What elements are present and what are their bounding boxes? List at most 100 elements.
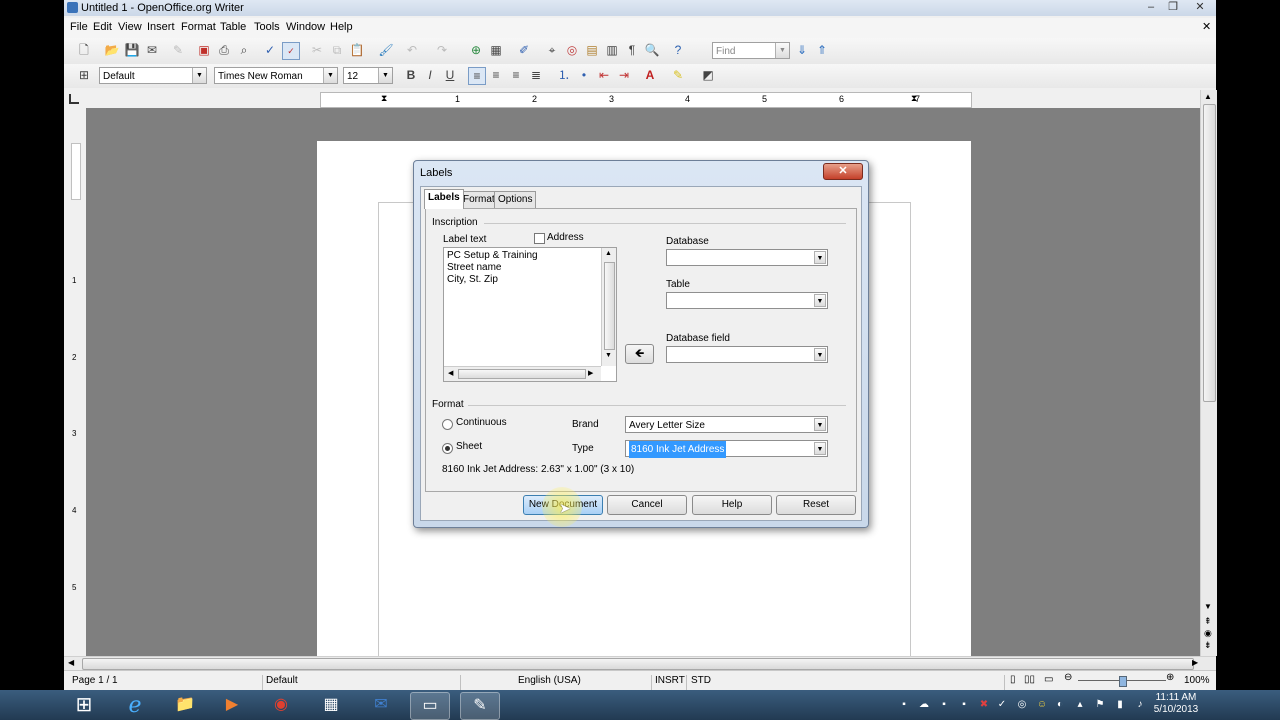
chevron-down-icon[interactable]: ▼ bbox=[378, 68, 392, 83]
copy-icon[interactable]: ⧉ bbox=[329, 42, 345, 58]
find-replace-icon[interactable]: ⌖ bbox=[544, 42, 560, 58]
autospellcheck-icon[interactable]: ✓ bbox=[282, 42, 300, 60]
selection-mode[interactable]: STD bbox=[691, 675, 711, 686]
find-previous-icon[interactable]: ⇑ bbox=[814, 42, 830, 58]
file-explorer-icon[interactable]: 📁 bbox=[166, 692, 204, 718]
scroll-thumb[interactable] bbox=[82, 658, 1194, 670]
print-preview-icon[interactable]: ⌕ bbox=[236, 42, 252, 58]
new-document-icon[interactable]: 🗋 bbox=[76, 42, 92, 58]
tray-icon[interactable]: ▴ bbox=[1074, 699, 1086, 711]
media-player-icon[interactable]: ▶ bbox=[213, 692, 251, 718]
address-checkbox[interactable] bbox=[534, 233, 545, 244]
highlighting-icon[interactable]: ✎ bbox=[670, 67, 686, 83]
navigation-icon[interactable]: ◉ bbox=[1204, 628, 1212, 639]
redo-icon[interactable]: ↷ bbox=[434, 42, 450, 58]
insert-mode[interactable]: INSRT bbox=[655, 675, 685, 686]
scroll-down-icon[interactable]: ▼ bbox=[605, 352, 612, 359]
database-field-select[interactable]: ▼ bbox=[666, 346, 828, 363]
chevron-down-icon[interactable]: ▼ bbox=[814, 442, 826, 455]
volume-icon[interactable]: ♪ bbox=[1134, 699, 1146, 711]
single-page-view-icon[interactable]: ▯ bbox=[1010, 674, 1016, 685]
spellcheck-icon[interactable]: ✓ bbox=[262, 42, 278, 58]
bullets-icon[interactable]: • bbox=[576, 67, 592, 83]
label-text-vscrollbar[interactable]: ▲ ▼ bbox=[601, 248, 616, 366]
font-name-combo[interactable]: Times New Roman ▼ bbox=[214, 67, 338, 84]
chevron-down-icon[interactable]: ▼ bbox=[814, 348, 826, 361]
chevron-down-icon[interactable]: ▼ bbox=[814, 294, 826, 307]
menu-view[interactable]: View bbox=[118, 21, 142, 33]
tray-icon[interactable]: ▪ bbox=[958, 699, 970, 711]
font-size-combo[interactable]: 12 ▼ bbox=[343, 67, 393, 84]
tab-options[interactable]: Options bbox=[494, 191, 537, 208]
save-icon[interactable]: 💾 bbox=[124, 42, 140, 58]
paste-icon[interactable]: 📋 bbox=[349, 42, 365, 58]
font-color-icon[interactable]: A bbox=[642, 67, 658, 83]
help-button[interactable]: Help bbox=[692, 495, 772, 515]
language-indicator[interactable]: English (USA) bbox=[518, 675, 581, 686]
tray-icon[interactable]: ▪ bbox=[938, 699, 950, 711]
label-text-area[interactable]: PC Setup & Training Street name City, St… bbox=[443, 247, 617, 382]
scroll-thumb[interactable] bbox=[458, 369, 586, 379]
indent-marker-icon[interactable]: ⧗ bbox=[381, 93, 387, 104]
underline-button[interactable]: U bbox=[442, 67, 458, 83]
database-select[interactable]: ▼ bbox=[666, 249, 828, 266]
tray-icon[interactable]: ✖ bbox=[978, 699, 990, 711]
menu-file[interactable]: File bbox=[70, 21, 88, 33]
scroll-right-icon[interactable]: ▶ bbox=[1192, 658, 1198, 667]
book-view-icon[interactable]: ▭ bbox=[1044, 674, 1053, 685]
scroll-thumb[interactable] bbox=[1203, 104, 1216, 402]
scroll-right-icon[interactable]: ▶ bbox=[588, 369, 593, 377]
find-next-icon[interactable]: ⇓ bbox=[794, 42, 810, 58]
cloud-icon[interactable]: ☁ bbox=[918, 699, 930, 711]
chrome-icon[interactable]: ◉ bbox=[262, 692, 300, 718]
dialog-close-button[interactable]: ✕ bbox=[823, 163, 863, 180]
undo-icon[interactable]: ↶ bbox=[404, 42, 420, 58]
help-icon[interactable]: ? bbox=[670, 42, 686, 58]
menu-insert[interactable]: Insert bbox=[147, 21, 175, 33]
print-icon[interactable]: ⎙ bbox=[216, 42, 232, 58]
export-pdf-icon[interactable]: ▣ bbox=[196, 42, 212, 58]
gallery-icon[interactable]: ▤ bbox=[584, 42, 600, 58]
network-icon[interactable]: ▮ bbox=[1114, 699, 1126, 711]
scroll-up-icon[interactable]: ▲ bbox=[605, 250, 612, 257]
align-center-icon[interactable]: ≡ bbox=[488, 67, 504, 83]
insert-field-arrow-button[interactable]: 🡸 bbox=[625, 344, 654, 364]
maximize-button[interactable]: ❐ bbox=[1164, 0, 1182, 14]
tray-icon[interactable]: ◐ bbox=[1054, 699, 1066, 711]
hyperlink-icon[interactable]: ⊕ bbox=[468, 42, 484, 58]
scroll-left-icon[interactable]: ◀ bbox=[68, 658, 74, 667]
zoom-icon[interactable]: 🔍 bbox=[644, 42, 660, 58]
tray-icon[interactable]: ☺ bbox=[1036, 699, 1048, 711]
indent-marker-icon[interactable]: ⧗ bbox=[911, 93, 917, 104]
styles-icon[interactable]: ⊞ bbox=[76, 67, 92, 83]
minimize-button[interactable]: – bbox=[1142, 0, 1160, 14]
tray-icon[interactable]: ◎ bbox=[1016, 699, 1028, 711]
align-right-icon[interactable]: ≡ bbox=[508, 67, 524, 83]
draw-functions-icon[interactable]: ✐ bbox=[516, 42, 532, 58]
multi-page-view-icon[interactable]: ▯▯ bbox=[1024, 674, 1035, 685]
chevron-down-icon[interactable]: ▼ bbox=[814, 251, 826, 264]
close-window-button[interactable]: ✕ bbox=[1188, 0, 1212, 14]
vertical-scrollbar[interactable]: ▲ ▼ ⇞ ◉ ⇟ bbox=[1200, 90, 1217, 656]
clock[interactable]: 11:11 AM 5/10/2013 bbox=[1151, 692, 1201, 716]
vertical-ruler[interactable]: 1 2 3 4 5 bbox=[68, 108, 82, 656]
data-sources-icon[interactable]: ▥ bbox=[604, 42, 620, 58]
justify-icon[interactable]: ≣ bbox=[528, 67, 544, 83]
table-select[interactable]: ▼ bbox=[666, 292, 828, 309]
bold-button[interactable]: B bbox=[403, 67, 419, 83]
brand-select[interactable]: Avery Letter Size ▼ bbox=[625, 416, 828, 433]
cut-icon[interactable]: ✂ bbox=[309, 42, 325, 58]
horizontal-ruler[interactable]: ⧗ 1 2 3 4 5 6 7 ⧗ bbox=[320, 92, 972, 108]
sheet-radio[interactable] bbox=[442, 443, 453, 454]
find-input[interactable]: Find ▼ bbox=[712, 42, 790, 59]
type-select[interactable]: 8160 Ink Jet Address ▼ bbox=[625, 440, 828, 458]
open-icon[interactable]: 📂 bbox=[104, 42, 120, 58]
zoom-out-icon[interactable]: ⊖ bbox=[1064, 672, 1072, 683]
sheet-label[interactable]: Sheet bbox=[456, 441, 482, 452]
navigator-icon[interactable]: ◎ bbox=[564, 42, 580, 58]
decrease-indent-icon[interactable]: ⇤ bbox=[596, 67, 612, 83]
scroll-up-icon[interactable]: ▲ bbox=[1204, 92, 1212, 101]
outlook-icon[interactable]: ✉ bbox=[362, 692, 400, 718]
menu-help[interactable]: Help bbox=[330, 21, 353, 33]
zoom-level[interactable]: 100% bbox=[1184, 675, 1210, 686]
